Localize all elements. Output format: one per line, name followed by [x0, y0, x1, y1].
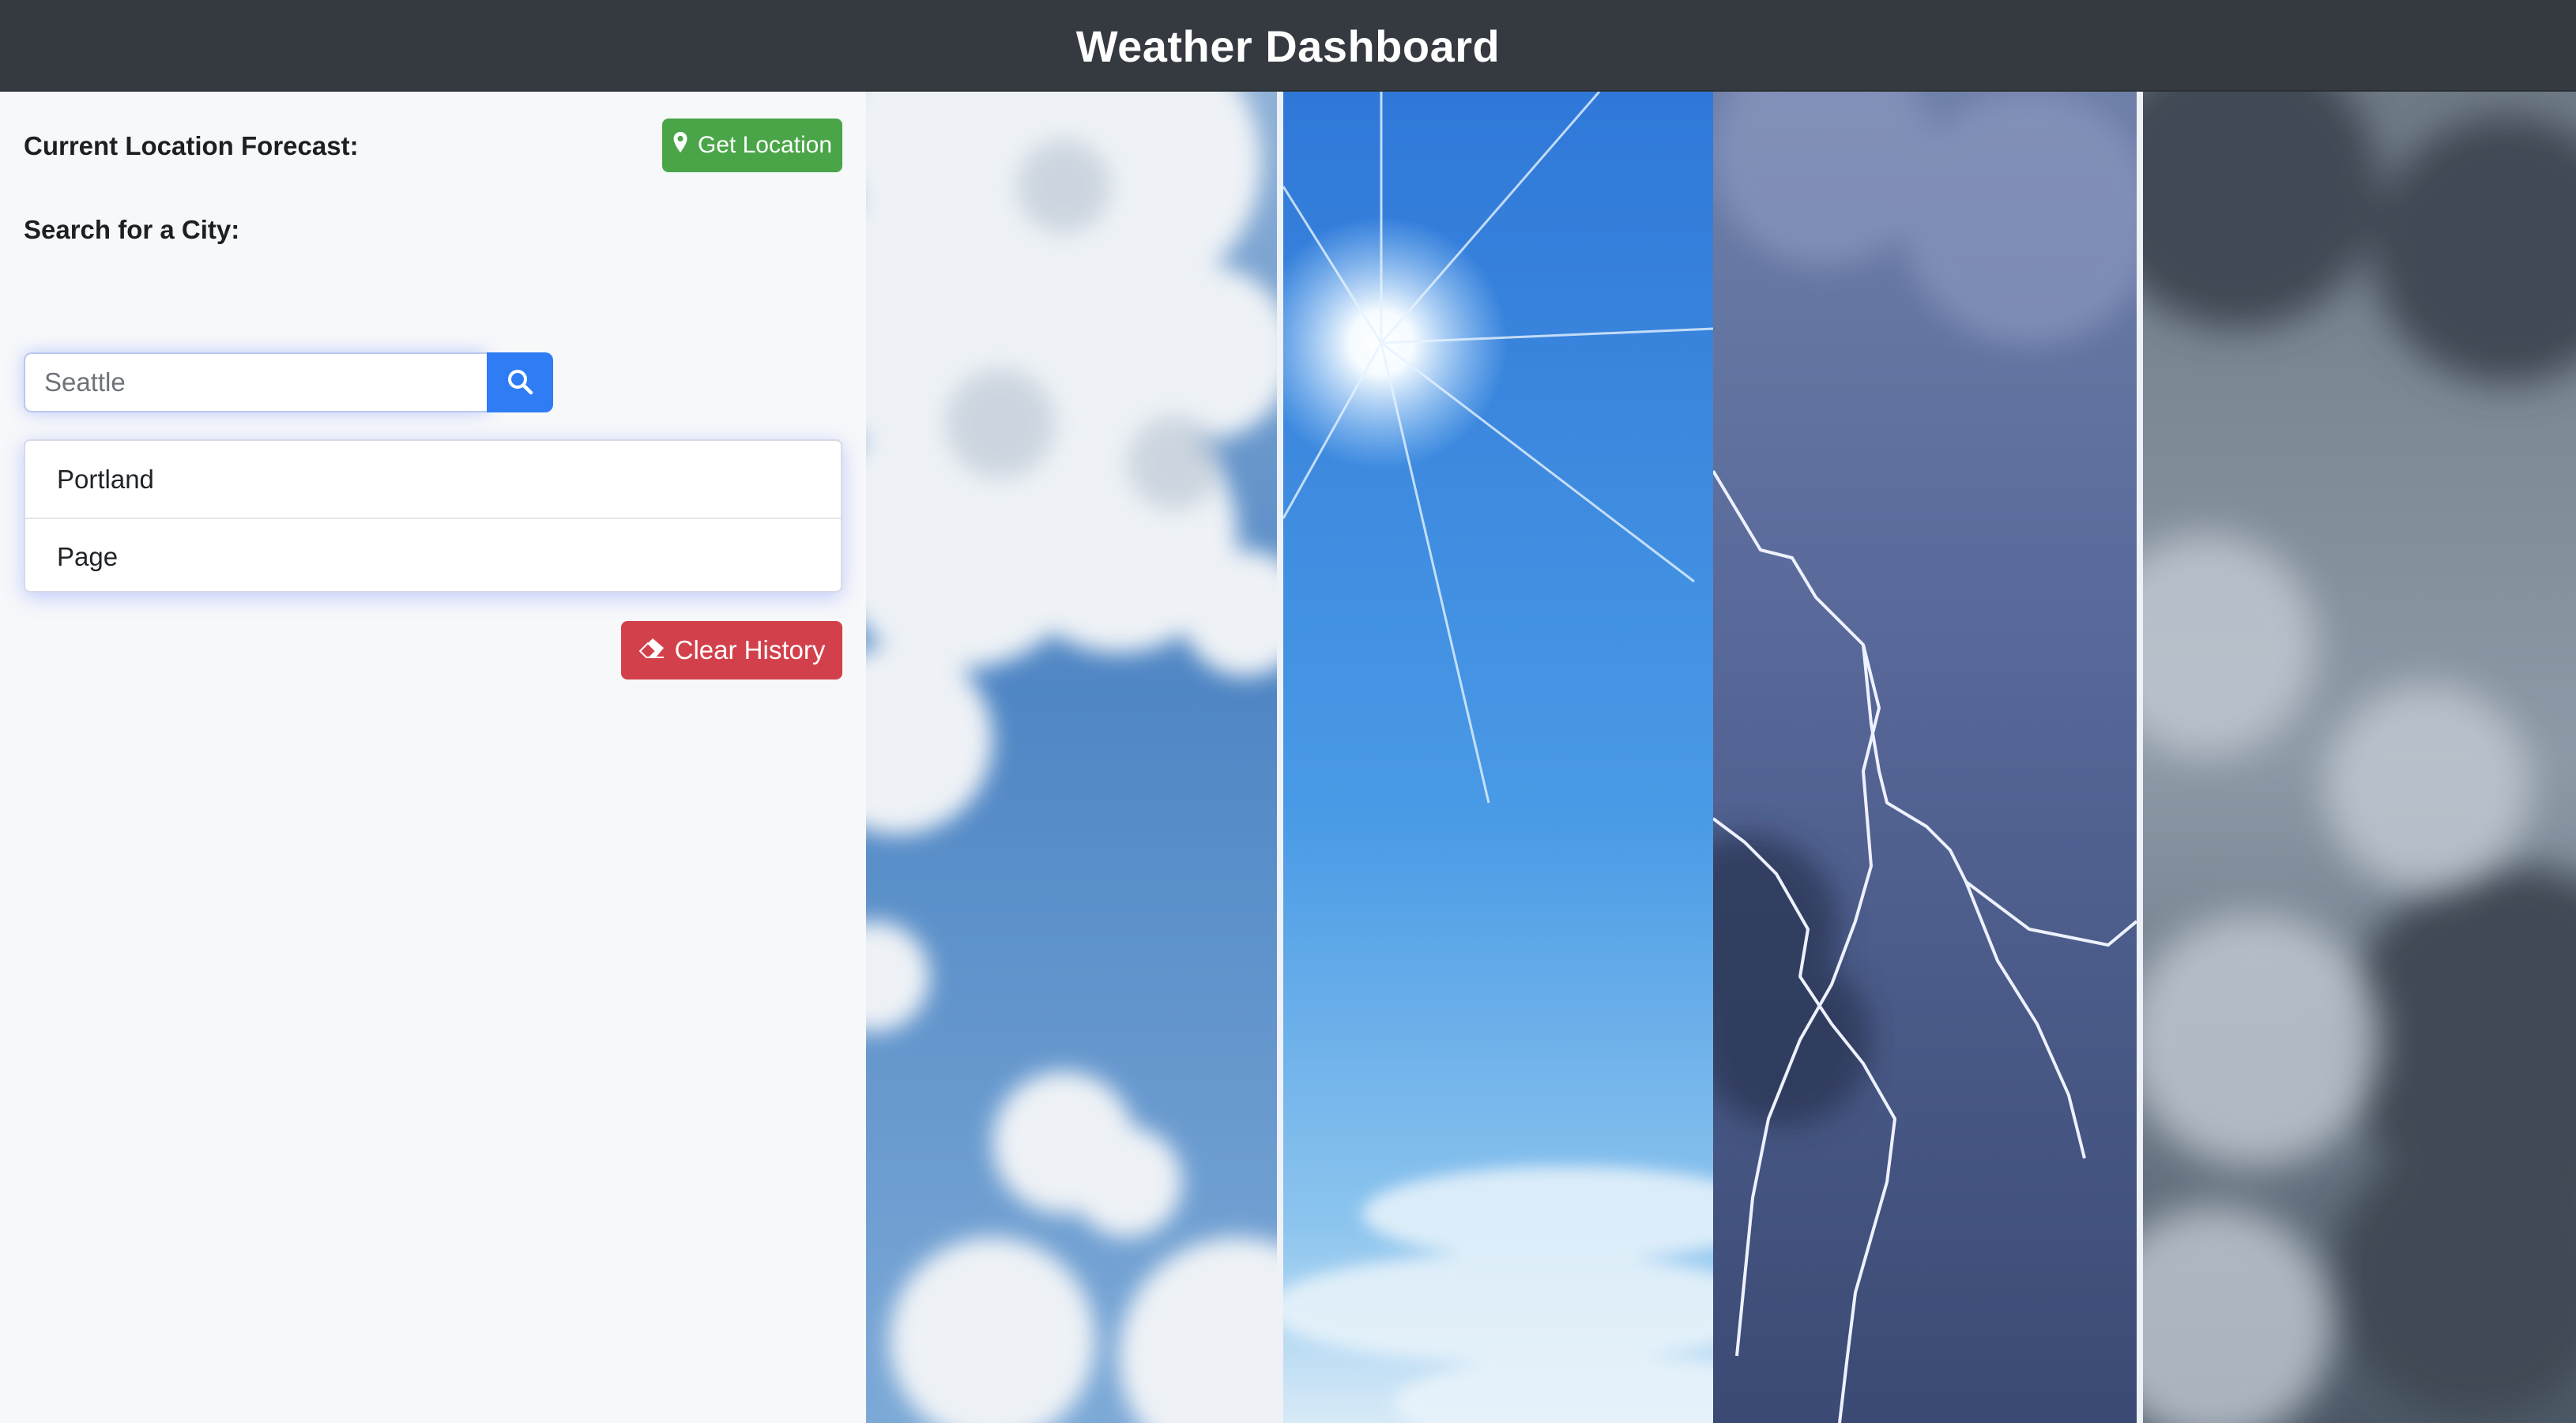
- clear-history-button[interactable]: Clear History: [621, 621, 842, 680]
- app-header: Weather Dashboard: [0, 0, 2576, 92]
- storm-clouds-image: [2143, 92, 2576, 1423]
- search-icon: [507, 368, 533, 397]
- eraser-icon: [638, 635, 665, 665]
- panel-divider: [2137, 92, 2143, 1423]
- sidebar: Current Location Forecast: Get Location …: [0, 92, 866, 1423]
- map-marker-icon: [672, 131, 688, 160]
- clear-history-label: Clear History: [674, 635, 826, 664]
- panel-divider: [1277, 92, 1283, 1423]
- clouds-image: [866, 92, 1277, 1423]
- current-location-label: Current Location Forecast:: [24, 131, 359, 160]
- history-item-portland[interactable]: Portland: [25, 441, 841, 518]
- lightning-storm-image: [1713, 92, 2137, 1423]
- search-input[interactable]: [24, 352, 487, 412]
- history-item-page[interactable]: Page: [25, 518, 841, 594]
- search-button[interactable]: [487, 352, 553, 412]
- get-location-button[interactable]: Get Location: [662, 119, 842, 172]
- get-location-label: Get Location: [697, 132, 833, 158]
- page-title: Weather Dashboard: [1075, 21, 1501, 71]
- weather-image-panels: [866, 92, 2576, 1423]
- search-history-list: Portland Page: [24, 439, 842, 593]
- search-label: Search for a City:: [24, 215, 240, 244]
- sunny-sky-image: [1283, 92, 1713, 1423]
